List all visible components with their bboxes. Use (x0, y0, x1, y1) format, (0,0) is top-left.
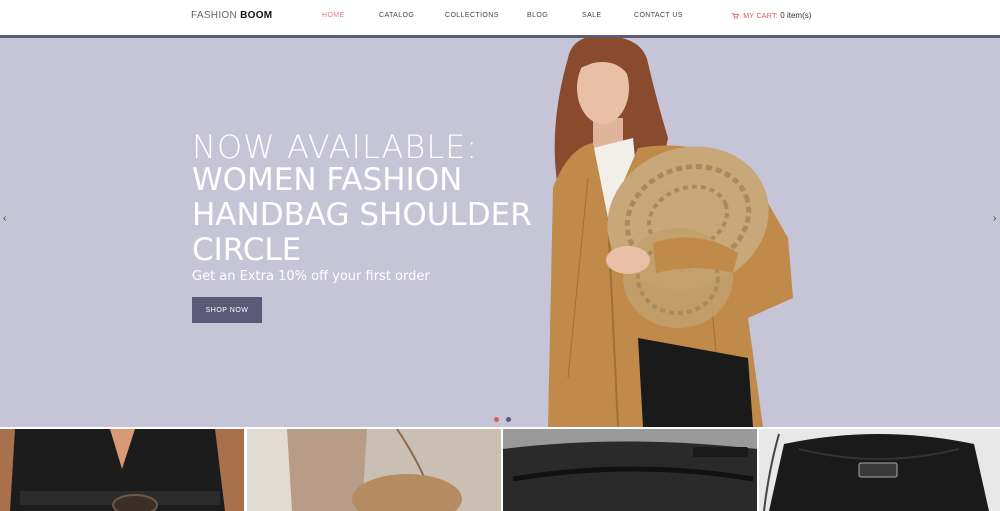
tile-image-belt-outfit (0, 429, 244, 511)
hero-slider: NOW AVAILABLE: WOMEN FASHION HANDBAG SHO… (0, 38, 1000, 427)
hero-title-line-1: WOMEN FASHION (192, 162, 463, 198)
nav-collections[interactable]: COLLECTIONS (445, 12, 499, 19)
category-tile-3[interactable] (503, 429, 757, 511)
main-nav: HOME CATALOG COLLECTIONS BLOG SALE CONTA… (0, 12, 1000, 24)
category-tile-4[interactable] (759, 429, 1000, 511)
nav-catalog[interactable]: CATALOG (379, 12, 414, 19)
hero-title: WOMEN FASHION HANDBAG SHOULDER CIRCLE (192, 163, 532, 268)
site-header: FASHION BOOM HOME CATALOG COLLECTIONS BL… (0, 0, 1000, 35)
category-tile-1[interactable] (0, 429, 244, 511)
hero-title-line-2: HANDBAG SHOULDER (192, 197, 532, 233)
hero-title-line-3: CIRCLE (192, 232, 302, 268)
category-tile-2[interactable] (247, 429, 501, 511)
slider-dot-2[interactable] (506, 417, 512, 422)
cart-link[interactable]: MY CART: 0 item(s) (732, 11, 811, 20)
hero-model-image (548, 38, 793, 427)
cart-label: MY CART: (743, 13, 779, 20)
hero-subtitle: Get an Extra 10% off your first order (192, 269, 430, 284)
chevron-right-icon[interactable]: › (993, 213, 996, 224)
tile-image-drawstring-bag (759, 429, 1000, 511)
slider-dots (494, 409, 514, 422)
tile-image-black-clutch (503, 429, 757, 511)
slider-dot-1[interactable] (494, 417, 499, 422)
category-tiles (0, 429, 1000, 511)
nav-home[interactable]: HOME (322, 12, 345, 19)
cart-icon (732, 13, 739, 19)
nav-blog[interactable]: BLOG (527, 12, 548, 19)
cart-count: 0 item(s) (780, 11, 812, 20)
nav-sale[interactable]: SALE (582, 12, 602, 19)
shop-now-button[interactable]: SHOP NOW (192, 297, 262, 323)
hero-eyebrow: NOW AVAILABLE: (192, 128, 479, 166)
tile-image-shoulder-bag (247, 429, 501, 511)
chevron-left-icon[interactable]: ‹ (3, 213, 6, 224)
nav-contact-us[interactable]: CONTACT US (634, 12, 683, 19)
